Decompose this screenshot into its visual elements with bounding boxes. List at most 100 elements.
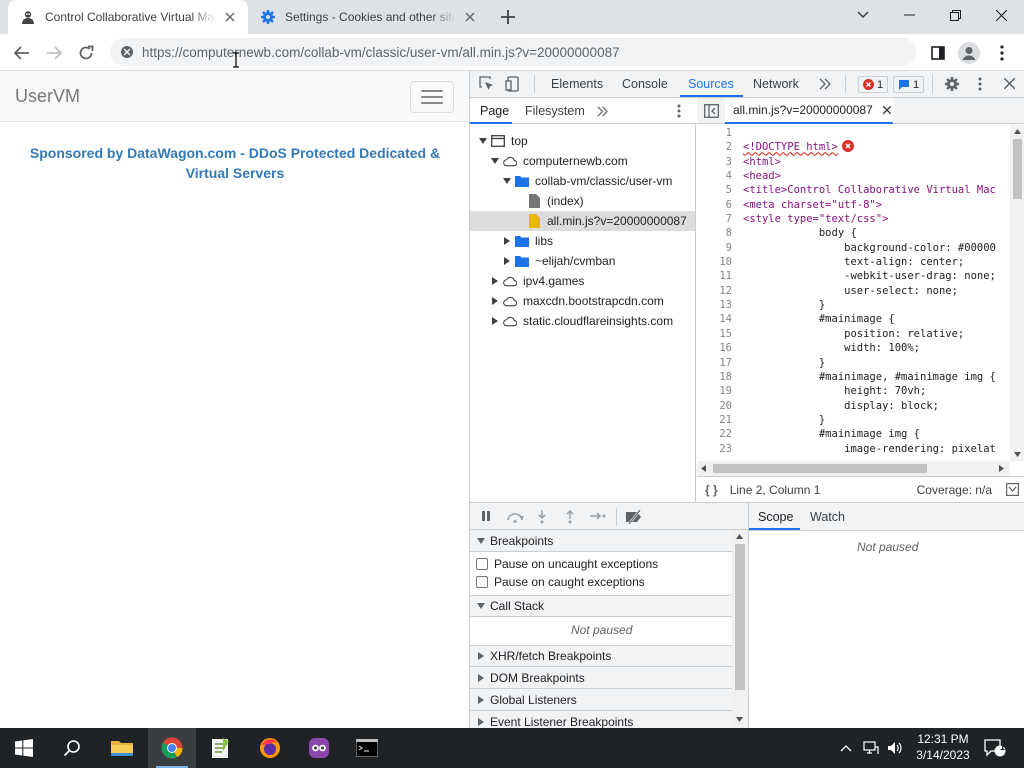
tree-item[interactable]: libs — [470, 231, 695, 251]
app-button[interactable] — [295, 728, 343, 768]
expanded-triangle-icon[interactable] — [502, 176, 512, 186]
tab-network[interactable]: Network — [753, 77, 799, 91]
close-file-icon[interactable] — [882, 106, 891, 114]
site-info-icon[interactable] — [120, 45, 134, 59]
horizontal-scrollbar[interactable] — [697, 461, 1010, 476]
vertical-scrollbar[interactable] — [1010, 125, 1024, 461]
collapsed-triangle-icon[interactable] — [490, 316, 500, 326]
tab-search-button[interactable] — [840, 0, 886, 30]
tab-console[interactable]: Console — [622, 77, 668, 91]
reload-button[interactable] — [72, 39, 100, 67]
expanded-triangle-icon[interactable] — [478, 136, 488, 146]
close-devtools-icon[interactable] — [1004, 78, 1015, 89]
close-window-button[interactable] — [978, 0, 1024, 30]
coverage-panel-icon[interactable] — [1006, 483, 1019, 496]
new-tab-button[interactable] — [490, 2, 526, 32]
error-icon[interactable] — [841, 140, 854, 153]
scrollbar-thumb[interactable] — [713, 464, 927, 473]
call-stack-section-header[interactable]: Call Stack — [470, 595, 732, 617]
taskbar-clock[interactable]: 12:31 PM 3/14/2023 — [908, 731, 978, 763]
tab-elements[interactable]: Elements — [551, 77, 603, 91]
pause-uncaught-checkbox[interactable] — [476, 558, 488, 570]
step-over-icon[interactable] — [506, 511, 524, 523]
pause-caught-checkbox[interactable] — [476, 576, 488, 588]
inspect-element-icon[interactable] — [479, 76, 495, 92]
side-panel-button[interactable] — [924, 39, 952, 67]
tree-item[interactable]: (index) — [470, 191, 695, 211]
notepad-plus-plus-button[interactable] — [196, 728, 244, 768]
pause-caught-option[interactable]: Pause on caught exceptions — [476, 573, 645, 591]
expanded-triangle-icon[interactable] — [490, 156, 500, 166]
close-tab-icon[interactable] — [460, 7, 480, 27]
tab-filesystem[interactable]: Filesystem — [525, 104, 585, 118]
more-tabs-icon[interactable] — [819, 78, 831, 90]
step-into-icon[interactable] — [537, 510, 547, 524]
firefox-button[interactable] — [246, 728, 294, 768]
address-bar[interactable]: https://computernewb.com/collab-vm/class… — [110, 38, 916, 66]
tree-item[interactable]: computernewb.com — [470, 151, 695, 171]
dom-breakpoints-section-header[interactable]: DOM Breakpoints — [470, 667, 732, 689]
profile-button[interactable] — [955, 39, 983, 67]
pretty-print-icon[interactable]: { } — [705, 483, 718, 497]
action-center-button[interactable]: 1 — [980, 728, 1010, 768]
pause-uncaught-option[interactable]: Pause on uncaught exceptions — [476, 555, 658, 573]
show-hidden-icons-button[interactable] — [836, 728, 856, 768]
editor-file-tab[interactable]: all.min.js?v=20000000087 — [725, 98, 893, 124]
tab-control-collaborative[interactable]: Control Collaborative Virtual Mac — [8, 0, 248, 34]
forward-button[interactable] — [40, 39, 68, 67]
chrome-button[interactable] — [148, 728, 196, 768]
search-button[interactable] — [48, 728, 96, 768]
error-count-badge[interactable]: 1 — [858, 76, 889, 93]
back-button[interactable] — [8, 39, 36, 67]
tab-scope[interactable]: Scope — [758, 510, 793, 524]
tab-watch[interactable]: Watch — [810, 510, 845, 524]
taskbar: 12:31 PM 3/14/2023 1 — [0, 728, 1024, 768]
settings-gear-icon[interactable] — [944, 76, 960, 92]
tree-item[interactable]: ipv4.games — [470, 271, 695, 291]
tree-item[interactable]: ~elijah/cvmban — [470, 251, 695, 271]
restore-button[interactable] — [932, 0, 978, 30]
deactivate-breakpoints-icon[interactable] — [625, 510, 645, 524]
tab-page[interactable]: Page — [480, 104, 509, 118]
tree-item[interactable]: all.min.js?v=20000000087 — [470, 211, 695, 231]
sponsor-link[interactable]: Sponsored by DataWagon.com - DDoS Protec… — [20, 143, 450, 183]
global-listeners-section-header[interactable]: Global Listeners — [470, 689, 732, 711]
breakpoints-section-header[interactable]: Breakpoints — [470, 530, 732, 552]
navbar-toggle-button[interactable] — [410, 81, 454, 113]
command-prompt-button[interactable] — [343, 728, 391, 768]
collapsed-triangle-icon[interactable] — [490, 296, 500, 306]
close-tab-icon[interactable] — [220, 7, 240, 27]
start-button[interactable] — [0, 728, 48, 768]
collapsed-triangle-icon[interactable] — [502, 256, 512, 266]
tree-item[interactable]: top — [470, 131, 695, 151]
browser-menu-button[interactable] — [988, 39, 1016, 67]
message-count-badge[interactable]: 1 — [893, 76, 925, 93]
step-icon[interactable] — [590, 511, 606, 521]
event-listener-breakpoints-section-header[interactable]: Event Listener Breakpoints — [470, 711, 732, 728]
collapsed-triangle-icon[interactable] — [490, 276, 500, 286]
pause-icon[interactable] — [481, 511, 491, 521]
step-out-icon[interactable] — [565, 510, 575, 524]
tab-settings-cookies[interactable]: Settings - Cookies and other site — [248, 0, 488, 34]
navigator-menu-icon[interactable] — [677, 104, 681, 118]
volume-tray-button[interactable] — [884, 728, 906, 768]
more-tabs-icon[interactable] — [597, 106, 608, 117]
scrollbar-thumb[interactable] — [1013, 139, 1022, 199]
toggle-navigator-icon[interactable] — [704, 104, 719, 118]
minimize-button[interactable] — [886, 0, 932, 30]
tree-item[interactable]: maxcdn.bootstrapcdn.com — [470, 291, 695, 311]
tree-item[interactable]: collab-vm/classic/user-vm — [470, 171, 695, 191]
navbar-brand[interactable]: UserVM — [15, 86, 80, 107]
devtools-menu-icon[interactable] — [978, 77, 982, 91]
code-content[interactable]: <!DOCTYPE html> <html> <head> <title>Contro… — [743, 125, 1009, 461]
coverage-status[interactable]: Coverage: n/a — [917, 483, 992, 497]
tree-item[interactable]: static.cloudflareinsights.com — [470, 311, 695, 331]
tab-sources[interactable]: Sources — [688, 77, 734, 91]
scrollbar-thumb[interactable] — [735, 544, 745, 690]
network-tray-button[interactable] — [860, 728, 882, 768]
device-toolbar-icon[interactable] — [505, 76, 521, 92]
xhr-breakpoints-section-header[interactable]: XHR/fetch Breakpoints — [470, 645, 732, 667]
file-explorer-button[interactable] — [98, 728, 146, 768]
collapsed-triangle-icon[interactable] — [502, 236, 512, 246]
vertical-scrollbar[interactable] — [732, 530, 748, 728]
